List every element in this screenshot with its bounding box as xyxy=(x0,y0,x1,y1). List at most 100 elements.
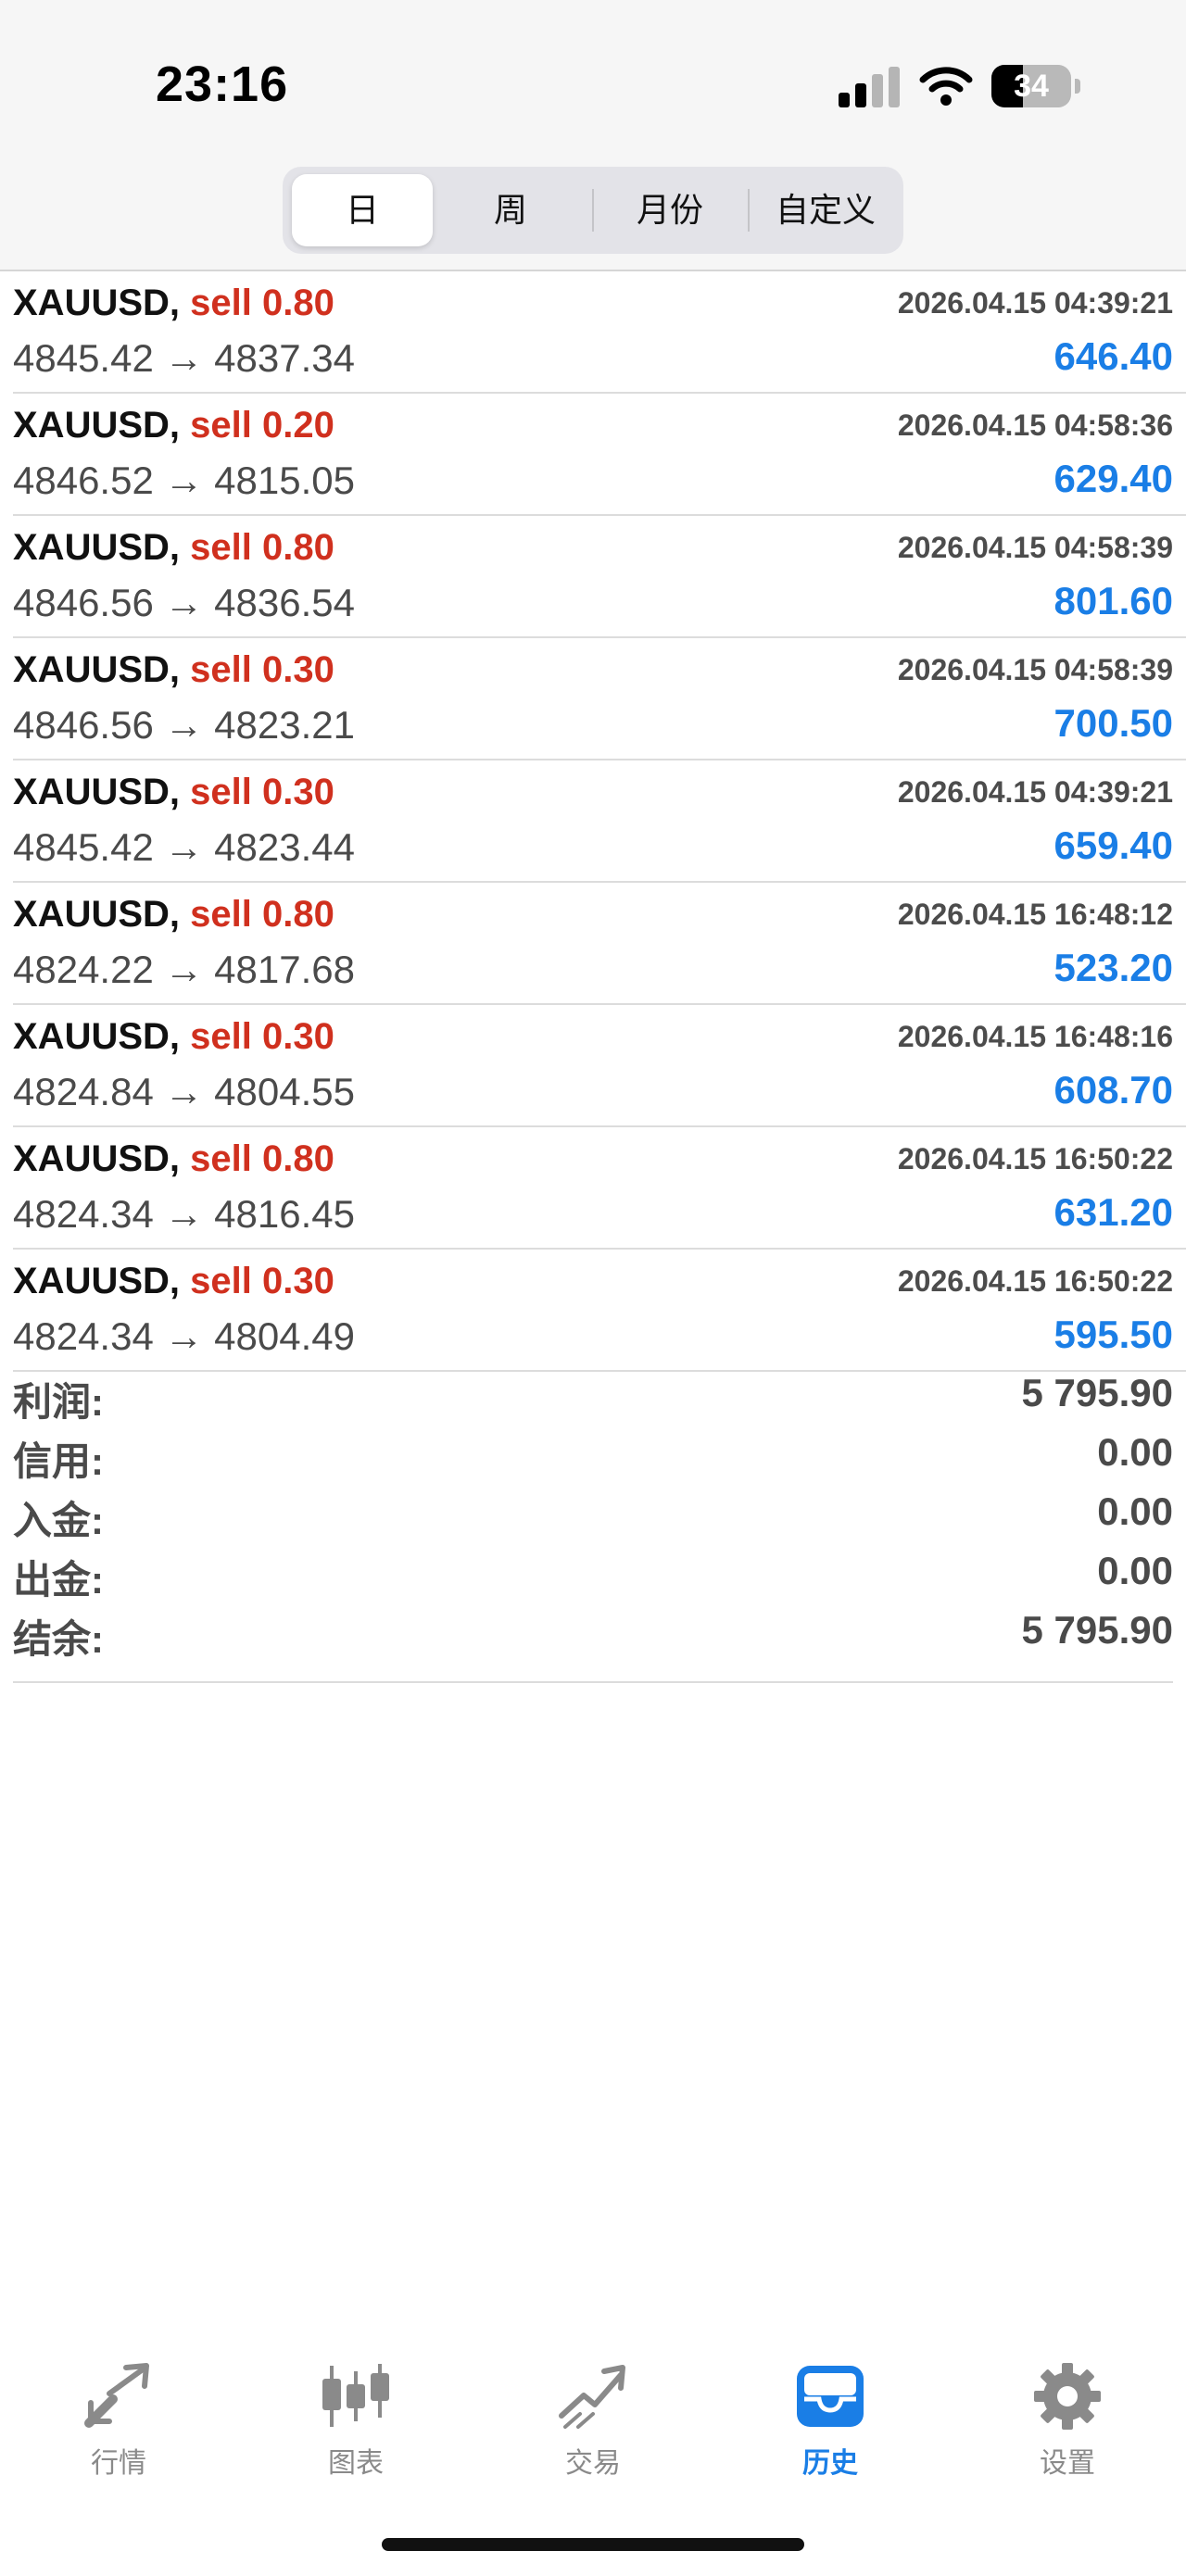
trade-type: sell 0.80 xyxy=(190,527,334,568)
tab-week[interactable]: 周 xyxy=(436,174,585,246)
arrow-icon: → xyxy=(164,1070,204,1113)
summary-deposit-row: 入金: 0.00 xyxy=(13,1480,1173,1542)
trade-history-list: XAUUSD, sell 0.80 2026.04.15 04:39:21 48… xyxy=(0,271,1186,1372)
close-price: 4823.44 xyxy=(214,825,355,869)
tab-chart[interactable]: 图表 xyxy=(282,2362,430,2481)
home-indicator xyxy=(382,2538,804,2551)
trade-row[interactable]: XAUUSD, sell 0.30 2026.04.15 04:39:21 48… xyxy=(13,760,1186,883)
trade-type: sell 0.30 xyxy=(190,1016,334,1057)
trade-type: sell 0.80 xyxy=(190,894,334,935)
open-price: 4824.84 xyxy=(13,1070,154,1113)
close-price: 4804.55 xyxy=(214,1070,355,1113)
trade-symbol: XAUUSD, xyxy=(13,649,181,690)
settings-icon xyxy=(1034,2363,1101,2430)
summary-label: 利润: xyxy=(13,1380,104,1424)
trade-row[interactable]: XAUUSD, sell 0.80 2026.04.15 16:48:12 48… xyxy=(13,883,1186,1005)
open-price: 4846.56 xyxy=(13,581,154,624)
summary-value: 5 795.90 xyxy=(1021,1371,1174,1414)
cellular-signal-icon xyxy=(839,67,900,107)
open-price: 4824.34 xyxy=(13,1314,154,1358)
trade-symbol: XAUUSD, xyxy=(13,527,181,568)
trade-type: sell 0.20 xyxy=(190,405,334,446)
trade-row[interactable]: XAUUSD, sell 0.80 2026.04.15 16:50:22 48… xyxy=(13,1127,1186,1250)
summary-label: 出金: xyxy=(13,1558,104,1602)
close-price: 4837.34 xyxy=(214,336,355,380)
close-price: 4836.54 xyxy=(214,581,355,624)
summary-label: 结余: xyxy=(13,1617,104,1661)
trade-type: sell 0.30 xyxy=(190,772,334,812)
trade-row[interactable]: XAUUSD, sell 0.30 2026.04.15 04:58:39 48… xyxy=(13,638,1186,760)
tab-label: 图表 xyxy=(328,2448,384,2479)
trade-icon xyxy=(559,2365,625,2429)
trade-profit: 801.60 xyxy=(1054,579,1173,622)
summary-withdrawal-row: 出金: 0.00 xyxy=(13,1539,1173,1602)
tab-label: 设置 xyxy=(1040,2448,1095,2479)
arrow-icon: → xyxy=(164,1192,204,1236)
trade-datetime: 2026.04.15 04:39:21 xyxy=(897,286,1173,320)
trade-datetime: 2026.04.15 04:39:21 xyxy=(897,775,1173,809)
tab-quotes[interactable]: 行情 xyxy=(44,2362,193,2481)
trade-symbol: XAUUSD, xyxy=(13,283,181,323)
trade-row[interactable]: XAUUSD, sell 0.80 2026.04.15 04:58:39 48… xyxy=(13,516,1186,638)
arrow-icon: → xyxy=(164,1314,204,1358)
open-price: 4845.42 xyxy=(13,336,154,380)
trade-profit: 646.40 xyxy=(1054,334,1173,378)
summary-value: 0.00 xyxy=(1097,1489,1173,1533)
tab-label: 历史 xyxy=(802,2448,858,2479)
trade-row[interactable]: XAUUSD, sell 0.30 2026.04.15 16:48:16 48… xyxy=(13,1005,1186,1127)
summary-label: 入金: xyxy=(13,1499,104,1542)
trade-symbol: XAUUSD, xyxy=(13,1261,181,1301)
trade-symbol: XAUUSD, xyxy=(13,405,181,446)
trade-type: sell 0.30 xyxy=(190,649,334,690)
bottom-tab-bar: 行情 图表 交易 历史 设置 xyxy=(0,2353,1186,2519)
tab-settings[interactable]: 设置 xyxy=(993,2362,1142,2481)
trade-type: sell 0.80 xyxy=(190,1138,334,1179)
arrow-icon: → xyxy=(164,336,204,380)
arrow-icon: → xyxy=(164,703,204,747)
battery-icon: 34 xyxy=(991,65,1080,107)
close-price: 4817.68 xyxy=(214,948,355,991)
period-segmented-control: 日 周 月份 自定义 xyxy=(283,167,903,254)
trade-datetime: 2026.04.15 16:48:16 xyxy=(897,1020,1173,1053)
quotes-icon xyxy=(84,2363,149,2428)
top-header: 23:16 34 日 周 月份 自定义 xyxy=(0,0,1186,271)
trade-symbol: XAUUSD, xyxy=(13,772,181,812)
trade-profit: 523.20 xyxy=(1054,946,1173,989)
arrow-icon: → xyxy=(164,459,204,502)
trade-type: sell 0.30 xyxy=(190,1261,334,1301)
summary-value: 0.00 xyxy=(1097,1430,1173,1474)
open-price: 4846.52 xyxy=(13,459,154,502)
tab-trade[interactable]: 交易 xyxy=(519,2362,667,2481)
account-summary: 利润: 5 795.90 信用: 0.00 入金: 0.00 出金: 0.00 … xyxy=(13,1362,1173,1683)
arrow-icon: → xyxy=(164,581,204,624)
arrow-icon: → xyxy=(164,825,204,869)
open-price: 4845.42 xyxy=(13,825,154,869)
summary-value: 5 795.90 xyxy=(1021,1608,1174,1652)
trade-symbol: XAUUSD, xyxy=(13,894,181,935)
summary-label: 信用: xyxy=(13,1439,104,1483)
tab-label: 行情 xyxy=(91,2448,146,2479)
tab-month[interactable]: 月份 xyxy=(596,174,744,246)
trade-profit: 631.20 xyxy=(1054,1190,1173,1234)
trade-row[interactable]: XAUUSD, sell 0.20 2026.04.15 04:58:36 48… xyxy=(13,394,1186,516)
open-price: 4824.22 xyxy=(13,948,154,991)
trade-datetime: 2026.04.15 04:58:39 xyxy=(897,653,1173,686)
summary-balance-row: 结余: 5 795.90 xyxy=(13,1599,1174,1661)
tab-history[interactable]: 历史 xyxy=(756,2362,904,2481)
trade-type: sell 0.80 xyxy=(190,283,334,323)
arrow-icon: → xyxy=(164,948,204,991)
trade-profit: 629.40 xyxy=(1054,457,1173,500)
trade-datetime: 2026.04.15 16:50:22 xyxy=(897,1264,1173,1298)
trade-symbol: XAUUSD, xyxy=(13,1016,181,1057)
close-price: 4815.05 xyxy=(214,459,355,502)
trade-row[interactable]: XAUUSD, sell 0.80 2026.04.15 04:39:21 48… xyxy=(13,271,1186,394)
close-price: 4816.45 xyxy=(214,1192,355,1236)
close-price: 4804.49 xyxy=(214,1314,355,1358)
trade-row[interactable]: XAUUSD, sell 0.30 2026.04.15 16:50:22 48… xyxy=(13,1250,1186,1372)
tab-day[interactable]: 日 xyxy=(292,174,433,246)
tab-custom[interactable]: 自定义 xyxy=(751,174,900,246)
status-time: 23:16 xyxy=(156,57,289,112)
trade-profit: 700.50 xyxy=(1054,701,1173,745)
trade-symbol: XAUUSD, xyxy=(13,1138,181,1179)
summary-credit-row: 信用: 0.00 xyxy=(13,1421,1173,1483)
